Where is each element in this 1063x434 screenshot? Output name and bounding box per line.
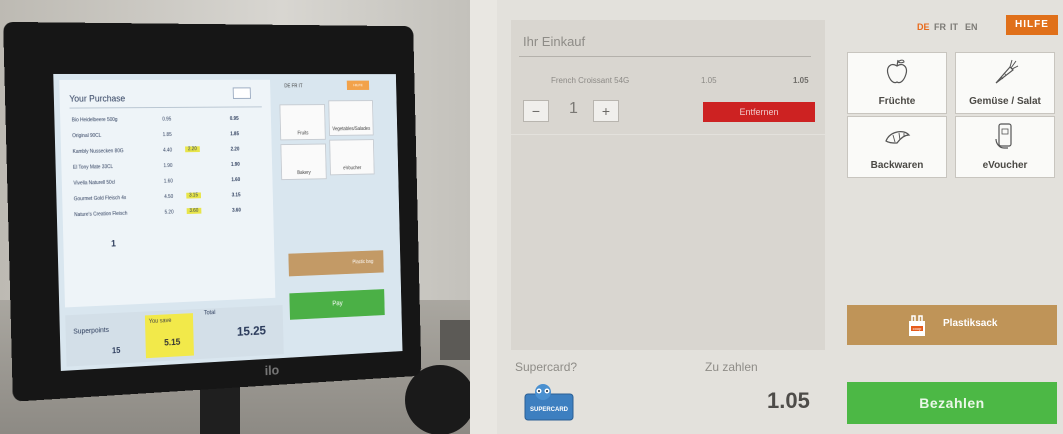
photo-tile-fruits: Fruits [279, 104, 326, 141]
bag-logo-text: coop [913, 326, 922, 331]
tile-fruits-label: Früchte [878, 96, 916, 107]
photo-you-save-box: You save 5.15 [144, 313, 194, 359]
lang-fr[interactable]: FR [934, 22, 946, 32]
photo-purchase-panel: Your Purchase Bio Heidelbeere 500g 0.95 … [59, 79, 276, 308]
photo-help-button: HILFE [346, 80, 370, 90]
photo-item-row: Vivella Naturell 50cl 1.60 1.60 [73, 177, 241, 187]
carrot-icon [995, 59, 1019, 84]
help-button[interactable]: HILFE [1006, 15, 1058, 35]
tile-vegetables[interactable]: Gemüse / Salat [955, 52, 1055, 114]
plastic-bag-button[interactable]: coop Plastiksack [847, 305, 1057, 345]
photo-item-row: Original 90CL 1.85 1.85 [72, 131, 240, 140]
photo-item-row: El Tony Mate 33CL 1.90 1.90 [72, 161, 240, 171]
plastic-bag-icon: coop [909, 315, 925, 336]
item-unit-price: 1.05 [701, 76, 717, 85]
monitor: ilo Your Purchase Bio Heidelbeere 500g 0… [3, 21, 422, 402]
lang-it[interactable]: IT [950, 22, 958, 32]
photo-item-row: Bio Heidelbeere 500g 0.95 0.95 [71, 116, 239, 124]
tile-evoucher[interactable]: eVoucher [955, 116, 1055, 178]
photo-tile-vegetables: Vegetables/Salades [328, 100, 374, 136]
plastic-bag-label: Plastiksack [943, 318, 998, 329]
photo-purchase-title: Your Purchase [69, 93, 126, 104]
cart-title: Ihr Einkauf [523, 34, 586, 49]
photo-total-label: Total [203, 310, 216, 317]
photo-plastic-bag-button: Plastic bag [288, 250, 384, 277]
tile-vegetables-label: Gemüse / Salat [969, 96, 1041, 107]
apple-icon [886, 59, 908, 84]
tile-evoucher-label: eVoucher [982, 160, 1028, 171]
pay-button[interactable]: Bezahlen [847, 382, 1057, 424]
photo-quantity: 1 [111, 238, 116, 249]
supercard-logo-text: SUPERCARD [530, 407, 569, 413]
tile-fruits[interactable]: Früchte [847, 52, 947, 114]
photo-item-row: Kambly Nussecken 80G 4.40 2.20 2.20 [72, 146, 240, 155]
kiosk-photo: ilo Your Purchase Bio Heidelbeere 500g 0… [0, 0, 470, 434]
photo-superpoints-value: 15 [111, 345, 121, 356]
quantity-decrease-button[interactable]: − [523, 100, 549, 122]
photo-pay-button: Pay [289, 289, 385, 320]
photo-tile-evoucher: eVoucher [329, 139, 375, 176]
kiosk-screen: Ihr Einkauf French Croissant 54G 1.05 1.… [497, 0, 1063, 434]
photo-item-row: Gourmet Gold Fleisch 4x 4.50 3.15 3.15 [73, 192, 241, 203]
remove-item-button[interactable]: Entfernen [703, 102, 815, 122]
background-shelf [440, 320, 470, 360]
amount-due-label: Zu zahlen [705, 360, 758, 374]
photo-total-value: 15.25 [236, 322, 267, 339]
photo-screen: Your Purchase Bio Heidelbeere 500g 0.95 … [53, 73, 403, 371]
photo-language-switch: DE FR IT [284, 83, 303, 90]
quantity-increase-button[interactable]: + [593, 100, 619, 122]
quantity-value: 1 [569, 100, 578, 117]
amount-due-value: 1.05 [767, 388, 810, 413]
tile-bakery-label: Backwaren [870, 160, 924, 171]
item-name: French Croissant 54G [551, 76, 630, 85]
item-separator [511, 134, 825, 135]
photo-list-icon [232, 87, 251, 99]
supercard-label: Supercard? [515, 360, 578, 374]
cart-title-rule [519, 56, 811, 57]
lang-de[interactable]: DE [917, 22, 930, 32]
photo-superpoints-label: Superpoints [73, 326, 110, 336]
item-total: 1.05 [793, 76, 809, 85]
lang-en[interactable]: EN [965, 22, 978, 32]
cart-panel: Ihr Einkauf French Croissant 54G 1.05 1.… [511, 20, 825, 350]
supercard-icon[interactable]: SUPERCARD [521, 380, 581, 422]
photo-item-row: Nature's Creation Fleisch 5.20 3.60 3.60 [74, 207, 241, 219]
photo-tile-bakery: Bakery [280, 143, 327, 181]
phone-voucher-icon [995, 123, 1012, 149]
photo-summary-bar: Superpoints 15 You save 5.15 Total 15.25 [65, 305, 284, 367]
tile-bakery[interactable]: Backwaren [847, 116, 947, 178]
monitor-brand-logo: ilo [264, 362, 280, 379]
croissant-icon [885, 131, 911, 144]
photo-title-rule [69, 106, 262, 109]
